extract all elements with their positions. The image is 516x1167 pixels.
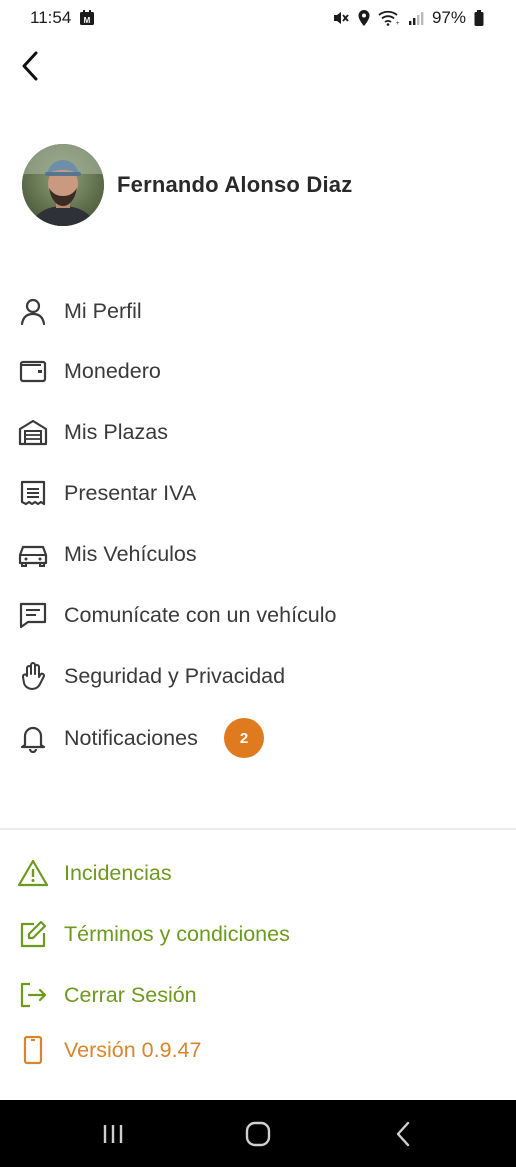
- signal-icon: [408, 10, 424, 26]
- chevron-left-icon: [397, 1121, 410, 1146]
- user-icon: [17, 295, 49, 327]
- app-screen: 11:54 M + 97% Fernando Alonso Diaz Mi Pe…: [0, 0, 516, 1167]
- battery-icon: [474, 10, 484, 26]
- menu-item-label: Comunícate con un vehículo: [64, 602, 337, 627]
- wallet-icon: [17, 355, 49, 387]
- menu-item-monedero[interactable]: Monedero: [0, 346, 516, 396]
- wifi-icon: +: [378, 10, 400, 26]
- menu-item-label: Seguridad y Privacidad: [64, 663, 286, 688]
- menu-item-incidencias[interactable]: Incidencias: [0, 848, 516, 898]
- logout-icon: [17, 979, 49, 1011]
- notification-badge: 2: [224, 718, 264, 758]
- menu-item-presentar-iva[interactable]: Presentar IVA: [0, 468, 516, 518]
- system-navigation-bar: [0, 1100, 516, 1167]
- car-icon: [17, 538, 49, 570]
- bell-icon: [17, 722, 49, 754]
- menu-item-mis-vehiculos[interactable]: Mis Vehículos: [0, 529, 516, 579]
- menu-item-mis-plazas[interactable]: Mis Plazas: [0, 407, 516, 457]
- status-bar: 11:54 M + 97%: [0, 0, 516, 36]
- edit-icon: [17, 918, 49, 950]
- menu-item-label: Mis Vehículos: [64, 541, 197, 566]
- menu-item-label: Mis Plazas: [64, 419, 168, 444]
- profile-name: Fernando Alonso Diaz: [117, 172, 353, 197]
- menu-item-label: Cerrar Sesión: [64, 982, 197, 1007]
- menu-item-notificaciones[interactable]: Notificaciones 2: [0, 713, 516, 763]
- mute-icon: [332, 10, 350, 26]
- receipt-icon: [17, 477, 49, 509]
- calendar-notification-icon: M: [79, 10, 95, 26]
- hand-icon: [17, 660, 49, 692]
- menu-item-label: Monedero: [64, 358, 161, 383]
- chevron-left-icon: [22, 51, 38, 81]
- system-back-button[interactable]: [373, 1104, 433, 1164]
- recents-icon: [103, 1124, 122, 1143]
- menu-item-label: Términos y condiciones: [64, 921, 290, 946]
- status-right: + 97%: [332, 8, 484, 28]
- warning-icon: [17, 857, 49, 889]
- battery-percent: 97%: [431, 8, 466, 27]
- menu-item-cerrar-sesion[interactable]: Cerrar Sesión: [0, 970, 516, 1020]
- menu-item-seguridad[interactable]: Seguridad y Privacidad: [0, 651, 516, 701]
- menu-item-label: Mi Perfil: [64, 298, 142, 323]
- menu-item-terminos[interactable]: Términos y condiciones: [0, 909, 516, 959]
- status-time: 11:54: [30, 8, 72, 27]
- home-button[interactable]: [228, 1104, 288, 1164]
- location-icon: [358, 10, 370, 26]
- svg-text:+: +: [396, 21, 400, 26]
- back-button[interactable]: [12, 46, 48, 86]
- version-label: Versión 0.9.47: [64, 1037, 202, 1062]
- message-icon: [17, 599, 49, 631]
- menu-item-label: Incidencias: [64, 860, 172, 885]
- home-icon: [245, 1121, 271, 1146]
- profile-header[interactable]: Fernando Alonso Diaz: [22, 144, 352, 226]
- menu-item-mi-perfil[interactable]: Mi Perfil: [0, 286, 516, 336]
- avatar[interactable]: [22, 144, 104, 226]
- svg-text:M: M: [84, 16, 91, 25]
- phone-icon: [17, 1034, 49, 1066]
- divider: [0, 828, 516, 830]
- menu-item-version: Versión 0.9.47: [0, 1025, 516, 1075]
- menu-item-label: Notificaciones: [64, 725, 198, 750]
- menu-item-label: Presentar IVA: [64, 480, 197, 505]
- garage-icon: [17, 416, 49, 448]
- status-left: 11:54 M: [30, 8, 95, 28]
- recents-button[interactable]: [83, 1104, 143, 1164]
- menu-item-comunicate[interactable]: Comunícate con un vehículo: [0, 590, 516, 640]
